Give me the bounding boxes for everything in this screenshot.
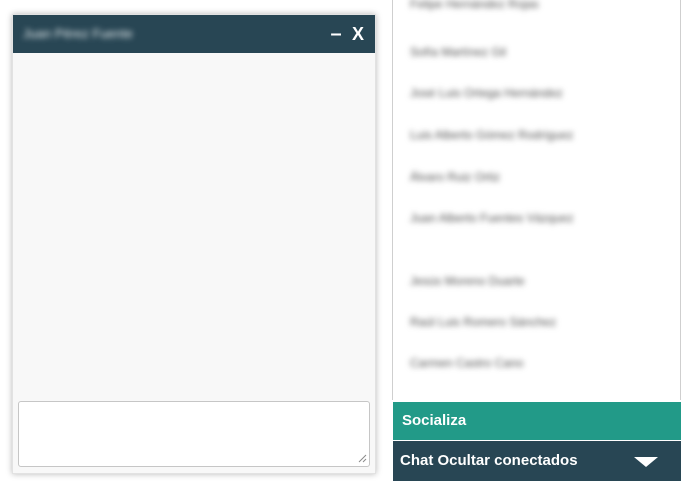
close-button[interactable]: X bbox=[347, 19, 369, 49]
minimize-button[interactable]: – bbox=[325, 19, 347, 49]
chat-header: Juan Pérez Fuente – X bbox=[13, 15, 375, 53]
contact-item[interactable]: Jesús Moreno Duarte bbox=[410, 273, 660, 290]
contact-item[interactable]: Álvaro Ruiz Ortiz bbox=[410, 169, 660, 186]
contact-item[interactable]: Carmen Castro Cano bbox=[410, 355, 660, 372]
page: Juan Pérez Fuente – X Felipe Hernández R… bbox=[0, 0, 684, 481]
chat-message-input[interactable] bbox=[18, 401, 370, 467]
contact-item[interactable]: Raúl Luis Romero Sánchez bbox=[410, 314, 660, 331]
contact-item[interactable]: Juan Alberto Fuentes Vázquez bbox=[410, 210, 620, 227]
socialize-label: Socializa bbox=[402, 412, 467, 429]
chat-toggle-label: Chat Ocultar conectados bbox=[400, 452, 578, 469]
chat-window: Juan Pérez Fuente – X bbox=[12, 14, 376, 474]
resize-grip-icon[interactable] bbox=[357, 453, 367, 463]
contact-item[interactable]: José Luis Ortega Hernández bbox=[410, 85, 660, 102]
chat-messages-area bbox=[13, 53, 375, 398]
contact-item[interactable]: Sofía Martínez Gil bbox=[410, 44, 660, 61]
socialize-bar[interactable]: Socializa bbox=[393, 402, 681, 440]
contacts-list: Felipe Hernández Rojas Sofía Martínez Gi… bbox=[392, 0, 681, 400]
triangle-down-icon[interactable] bbox=[634, 457, 658, 467]
contact-item[interactable]: Felipe Hernández Rojas bbox=[410, 0, 660, 13]
chat-window-title: Juan Pérez Fuente bbox=[23, 26, 133, 41]
chat-toggle-bar[interactable]: Chat Ocultar conectados bbox=[393, 441, 681, 481]
contact-item[interactable]: Luis Alberto Gómez Rodríguez bbox=[410, 127, 660, 144]
